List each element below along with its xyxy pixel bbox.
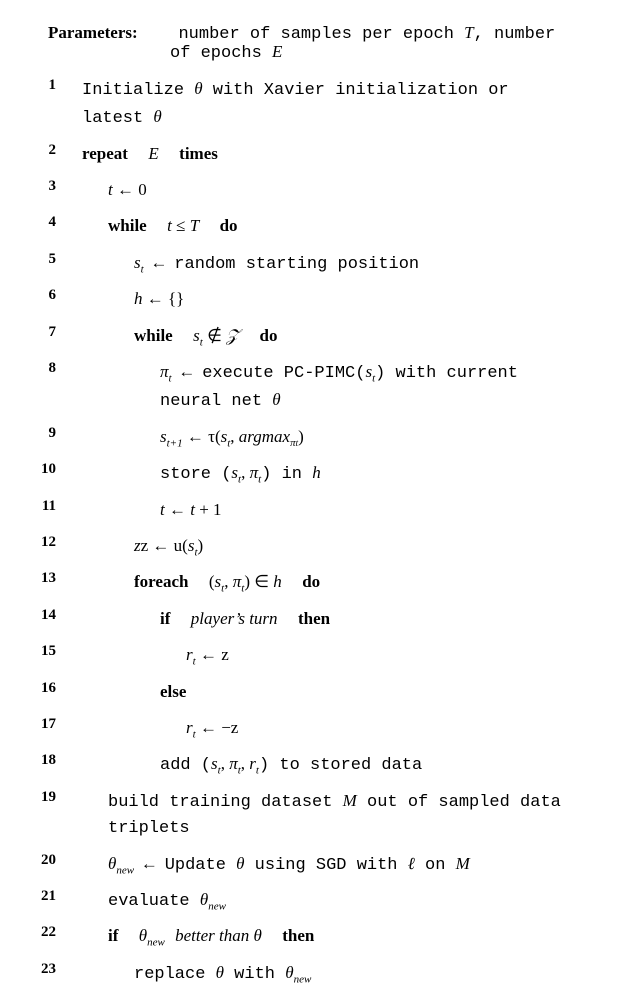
parameters-block: Parameters: number of samples per epoch … bbox=[48, 24, 614, 62]
algo-line-5: 5 st ← random starting position bbox=[28, 246, 614, 282]
algo-line-17-content: rt ← −z bbox=[186, 711, 238, 747]
parameters-line-1: Parameters: number of samples per epoch … bbox=[48, 24, 614, 43]
algo-line-4: 4 while t ≤ T do bbox=[28, 209, 614, 245]
algo-line-22-content: if θnew better than θ then bbox=[108, 919, 314, 955]
algo-line-10-content: store (st, πt) in h bbox=[160, 456, 321, 492]
algorithm-block: Parameters: number of samples per epoch … bbox=[0, 0, 632, 960]
algo-line-5-content: st ← random starting position bbox=[134, 246, 419, 282]
algo-line-7-content: while st ∉ 𝒵 do bbox=[134, 319, 277, 355]
algo-line-12-content: zz ← u(st) bbox=[134, 529, 203, 565]
algo-line-9: 9 st+1 ← τ(st, argmaxπt) bbox=[28, 420, 614, 456]
algo-line-17: 17 rt ← −z bbox=[28, 711, 614, 747]
algo-line-16: 16 else bbox=[28, 675, 614, 711]
algo-line-8: 8 πt ← execute PC-PIMC(st) with current … bbox=[28, 355, 614, 420]
algo-line-20-content: θnew ← Update θ using SGD with ℓ on M bbox=[108, 847, 470, 883]
algo-line-18: 18 add (st, πt, rt) to stored data bbox=[28, 747, 614, 783]
algo-line-18-content: add (st, πt, rt) to stored data bbox=[160, 747, 422, 783]
algo-line-13-content: foreach (st, πt) ∈ h do bbox=[134, 565, 320, 601]
algo-line-16-content: else bbox=[160, 675, 186, 711]
algo-line-2-content: repeat E times bbox=[82, 137, 218, 173]
algo-line-20: 20 θnew ← Update θ using SGD with ℓ on M bbox=[28, 847, 614, 883]
algo-line-7: 7 while st ∉ 𝒵 do bbox=[28, 319, 614, 355]
algo-line-9-content: st+1 ← τ(st, argmaxπt) bbox=[160, 420, 304, 456]
algo-line-2: 2 repeat E times bbox=[28, 137, 614, 173]
algo-line-10: 10 store (st, πt) in h bbox=[28, 456, 614, 492]
algo-line-8-content: πt ← execute PC-PIMC(st) with current ne… bbox=[160, 355, 518, 420]
algo-line-15-content: rt ← z bbox=[186, 638, 229, 674]
algo-line-6-content: h ← {} bbox=[134, 282, 184, 318]
algo-line-14: 14 if player’s turn then bbox=[28, 602, 614, 638]
algo-line-21-content: evaluate θnew bbox=[108, 883, 226, 919]
algo-line-3-content: t ← 0 bbox=[108, 173, 147, 209]
parameters-line-2: of epochs E bbox=[48, 43, 614, 62]
algo-line-12: 12 zz ← u(st) bbox=[28, 529, 614, 565]
algo-line-11-content: t ← t + 1 bbox=[160, 493, 222, 529]
algo-line-4-content: while t ≤ T do bbox=[108, 209, 238, 245]
algo-line-22: 22 if θnew better than θ then bbox=[28, 919, 614, 955]
algo-line-6: 6 h ← {} bbox=[28, 282, 614, 318]
parameters-label: Parameters: bbox=[48, 23, 138, 42]
algo-line-23-content: replace θ with θnew bbox=[134, 956, 311, 992]
algo-line-23: 23 replace θ with θnew bbox=[28, 956, 614, 992]
algo-line-1: 1 Initialize θ with Xavier initializatio… bbox=[28, 72, 614, 137]
algo-line-19-content: build training dataset M out of sampled … bbox=[108, 784, 561, 847]
algo-line-1-content: Initialize θ with Xavier initialization … bbox=[82, 72, 509, 137]
algo-line-3: 3 t ← 0 bbox=[28, 173, 614, 209]
algo-line-21: 21 evaluate θnew bbox=[28, 883, 614, 919]
algo-line-19: 19 build training dataset M out of sampl… bbox=[28, 784, 614, 847]
algo-line-14-content: if player’s turn then bbox=[160, 602, 330, 638]
algo-line-15: 15 rt ← z bbox=[28, 638, 614, 674]
algo-line-11: 11 t ← t + 1 bbox=[28, 493, 614, 529]
algo-line-13: 13 foreach (st, πt) ∈ h do bbox=[28, 565, 614, 601]
